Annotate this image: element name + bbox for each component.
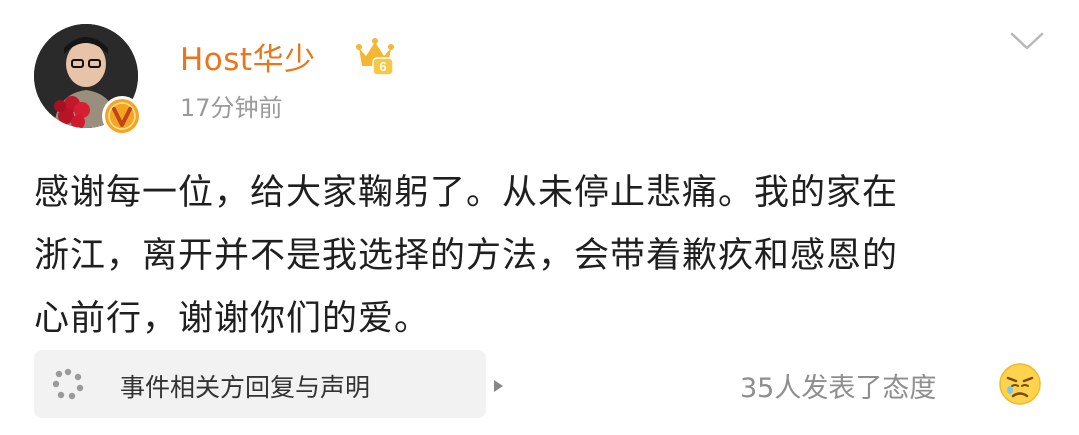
topic-label: 事件相关方回复与声明 — [120, 373, 371, 402]
reaction-summary[interactable]: 35人发表了态度 — [740, 366, 936, 405]
crown-icon[interactable]: 6 — [355, 34, 395, 76]
post-body: 感谢每一位，给大家鞠躬了。从未停止悲痛。我的家在 浙江，离开并不是我选择的方法，… — [34, 162, 1044, 351]
topic-dots-icon — [50, 366, 86, 402]
verified-v-badge-icon — [102, 96, 142, 136]
chevron-down-icon[interactable] — [1004, 26, 1050, 56]
sad-emoji-icon[interactable] — [998, 362, 1042, 406]
triangle-right-icon — [492, 378, 504, 392]
post-line: 浙江，离开并不是我选择的方法，会带着歉疚和感恩的 — [34, 236, 899, 276]
post-line: 心前行，谢谢你们的爱。 — [34, 299, 431, 339]
username[interactable]: Host华少 — [180, 34, 316, 79]
member-level: 6 — [379, 59, 386, 74]
post-timestamp: 17分钟前 — [180, 94, 283, 122]
post-line: 感谢每一位，给大家鞠躬了。从未停止悲痛。我的家在 — [34, 173, 899, 213]
topic-card[interactable]: 事件相关方回复与声明 — [34, 350, 503, 418]
